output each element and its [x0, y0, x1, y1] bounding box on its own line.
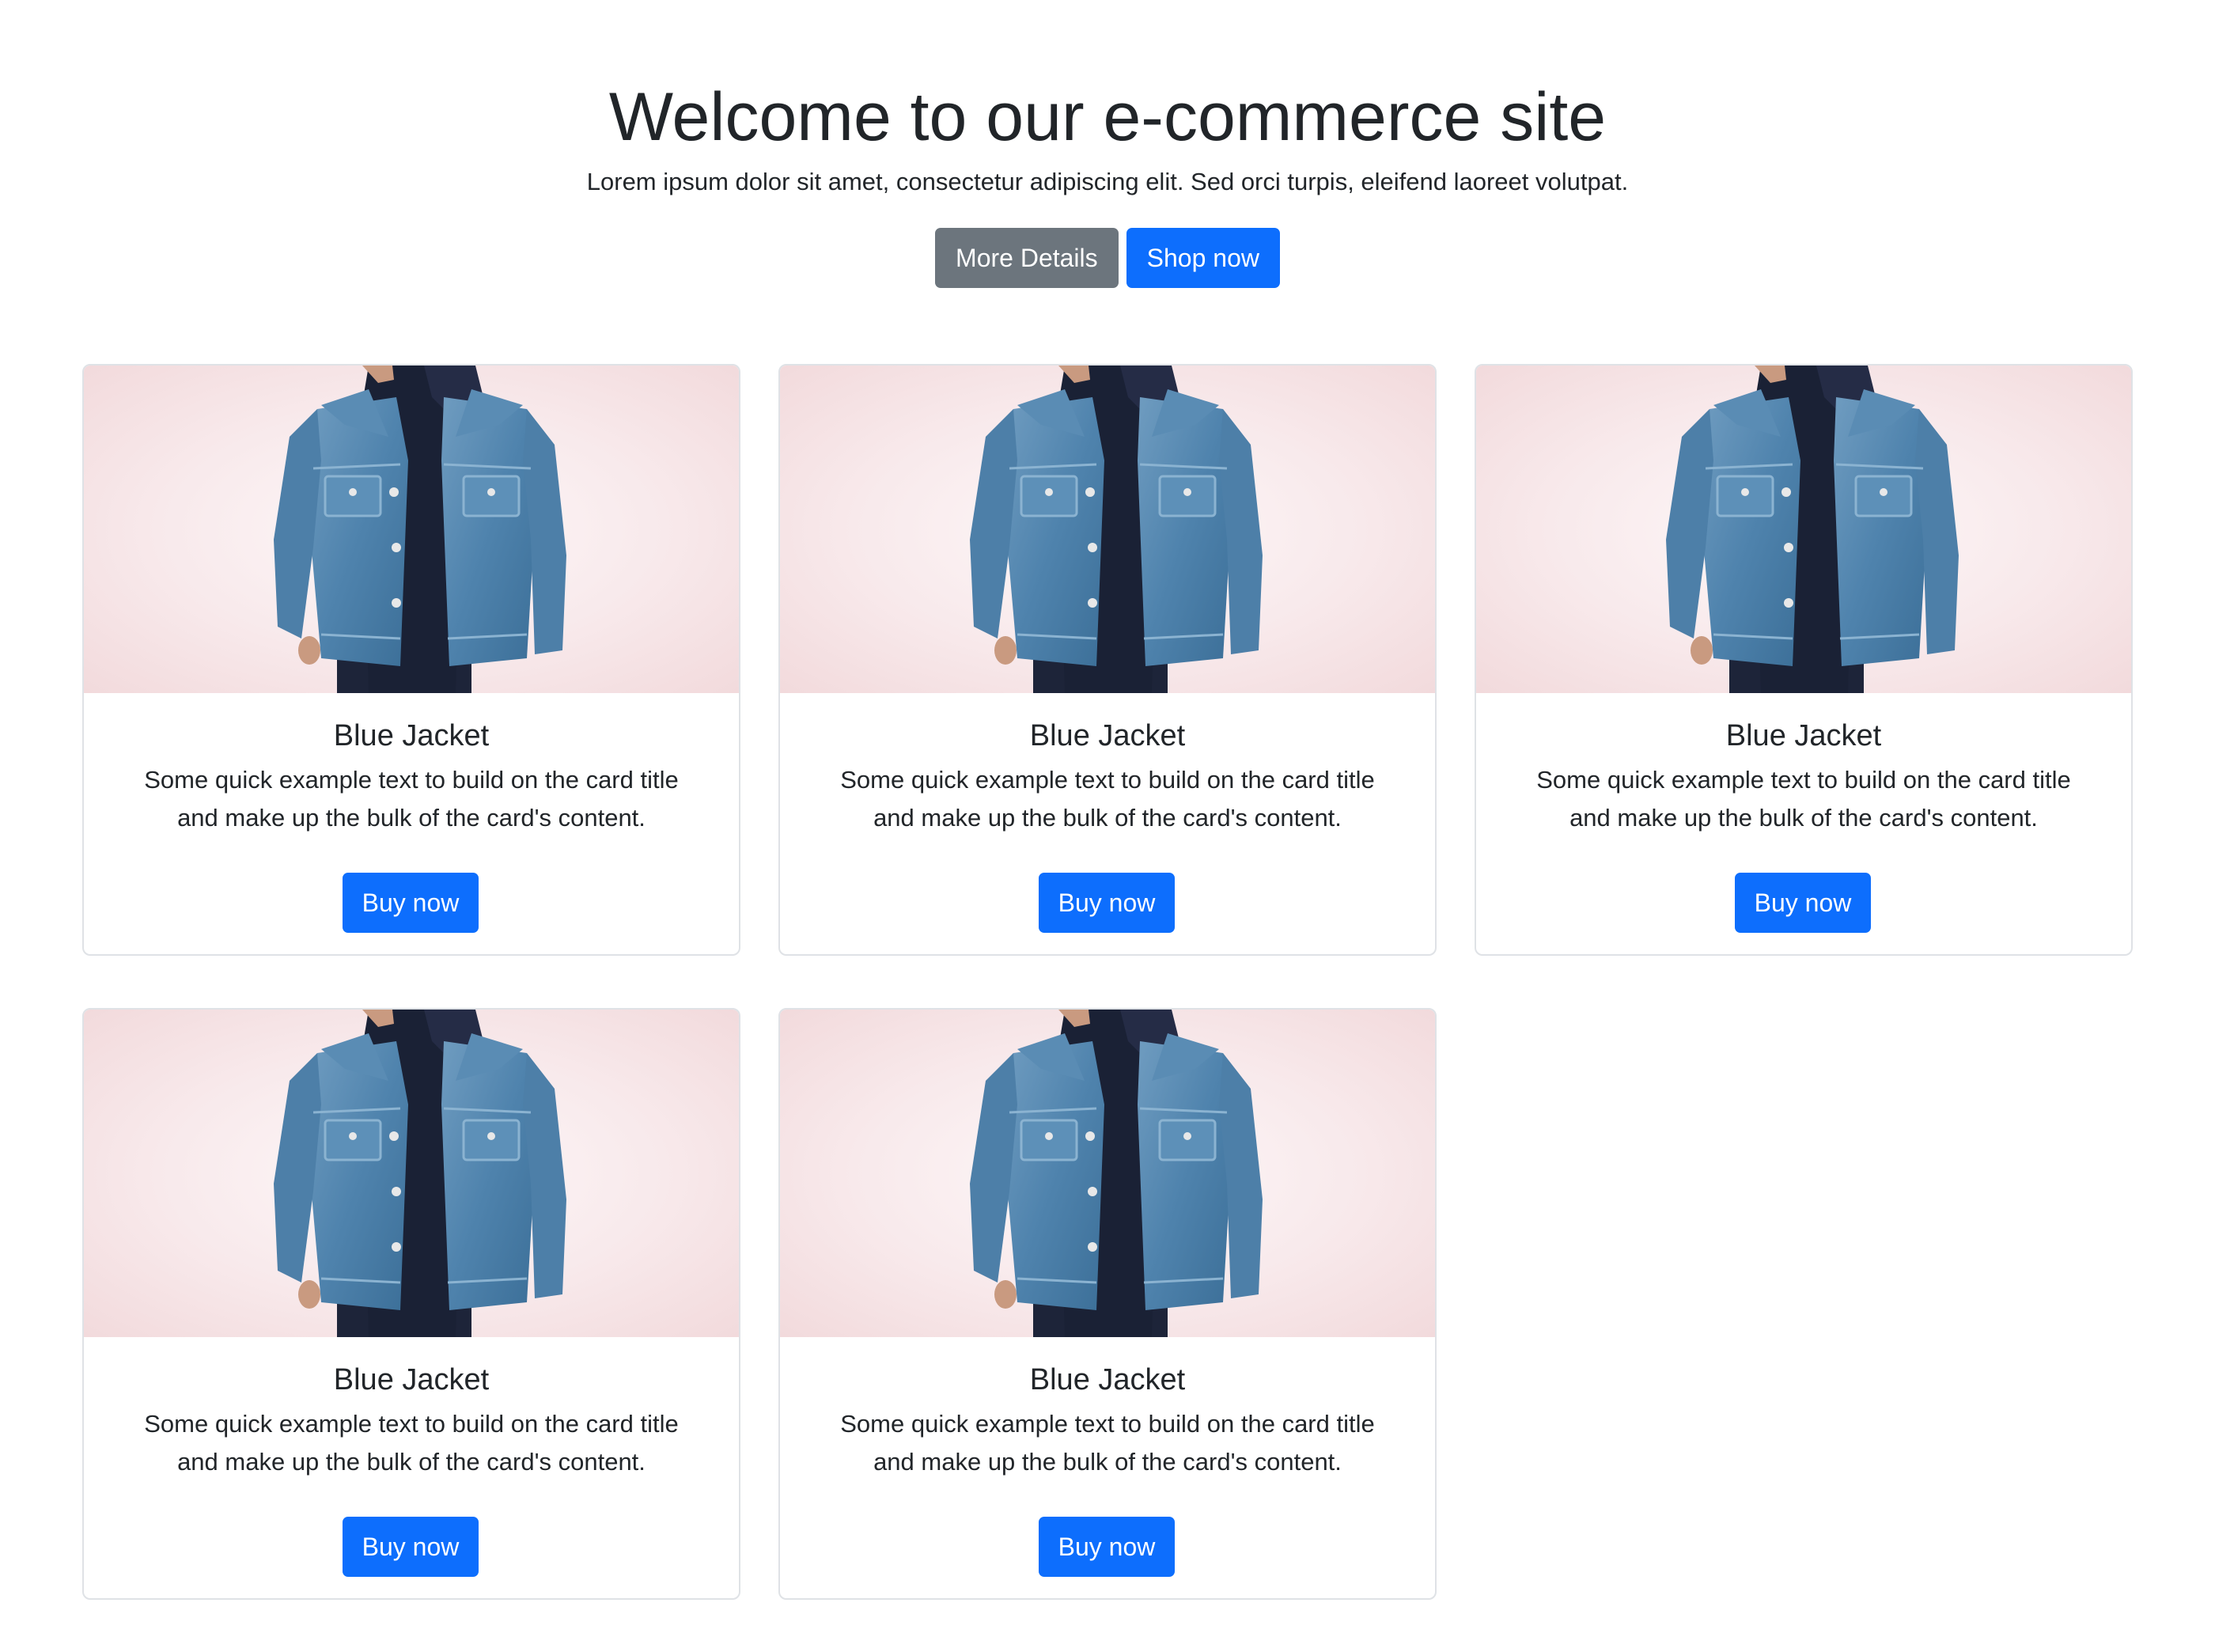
page-title: Welcome to our e-commerce site [608, 79, 1607, 155]
product-description: Some quick example text to build on the … [1536, 766, 2071, 832]
product-image [780, 1010, 1435, 1337]
product-description: Some quick example text to build on the … [144, 1410, 679, 1476]
product-card: Blue Jacket Some quick example text to b… [82, 1008, 740, 1600]
denim-jacket-icon [274, 366, 566, 693]
buy-now-button[interactable]: Buy now [1039, 1517, 1175, 1577]
product-card: Blue Jacket Some quick example text to b… [778, 1008, 1437, 1600]
buy-now-button[interactable]: Buy now [1039, 873, 1175, 933]
product-title: Blue Jacket [333, 719, 490, 752]
product-image [84, 366, 739, 693]
buy-now-button[interactable]: Buy now [343, 873, 479, 933]
product-card: Blue Jacket Some quick example text to b… [82, 364, 740, 956]
shop-now-button[interactable]: Shop now [1126, 228, 1280, 288]
product-image [84, 1010, 739, 1337]
buy-now-button[interactable]: Buy now [343, 1517, 479, 1577]
denim-jacket-icon [274, 1010, 566, 1337]
hero-actions: More Details Shop now [0, 228, 2215, 288]
product-image [780, 366, 1435, 693]
product-title: Blue Jacket [1029, 1363, 1186, 1396]
product-description: Some quick example text to build on the … [840, 1410, 1375, 1476]
hero-subtitle: Lorem ipsum dolor sit amet, consectetur … [586, 168, 1629, 195]
buy-now-button[interactable]: Buy now [1735, 873, 1871, 933]
product-title: Blue Jacket [1725, 719, 1882, 752]
product-image [1476, 366, 2131, 693]
product-description: Some quick example text to build on the … [840, 766, 1375, 832]
product-description: Some quick example text to build on the … [144, 766, 679, 832]
product-card: Blue Jacket Some quick example text to b… [778, 364, 1437, 956]
product-title: Blue Jacket [1029, 719, 1186, 752]
more-details-button[interactable]: More Details [935, 228, 1119, 288]
denim-jacket-icon [970, 1010, 1263, 1337]
product-card: Blue Jacket Some quick example text to b… [1475, 364, 2133, 956]
denim-jacket-icon [970, 366, 1263, 693]
denim-jacket-icon [1666, 366, 1959, 693]
product-title: Blue Jacket [333, 1363, 490, 1396]
